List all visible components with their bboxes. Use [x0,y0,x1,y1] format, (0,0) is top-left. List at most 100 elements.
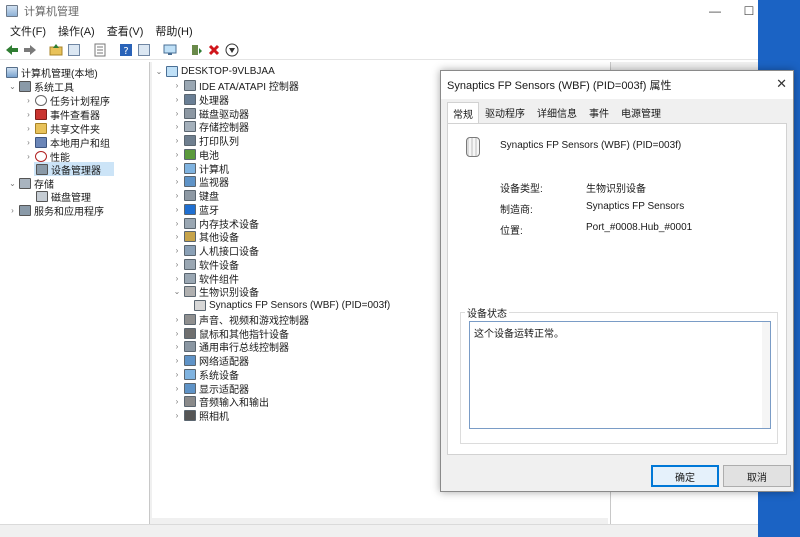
chevron-down-icon[interactable]: ⌄ [8,82,17,91]
chevron-right-icon[interactable]: › [172,219,182,228]
menu-action[interactable]: 操作(A) [52,23,101,39]
back-icon[interactable] [4,42,20,58]
tree-services[interactable]: › 服务和应用程序 [8,203,104,218]
chevron-right-icon[interactable]: › [24,152,33,161]
chevron-right-icon[interactable]: › [172,205,182,214]
chevron-right-icon[interactable]: › [172,329,182,338]
tree-item-local-users[interactable]: › 本地用户和组 [24,135,110,150]
properties-icon[interactable] [92,42,108,58]
chevron-right-icon[interactable]: › [172,246,182,255]
chevron-right-icon[interactable]: › [172,95,182,104]
device-category[interactable]: › 计算机 [172,162,229,176]
chevron-right-icon[interactable]: › [8,206,17,215]
forward-icon[interactable] [22,42,38,58]
minimize-button[interactable]: — [698,0,732,22]
status-scrollbar[interactable] [762,322,770,428]
help-icon[interactable]: ? [118,42,134,58]
chevron-right-icon[interactable]: › [172,315,182,324]
tree-root[interactable]: 计算机管理(本地) [4,65,98,80]
chevron-down-icon[interactable]: ⌄ [8,179,17,188]
chevron-down-icon[interactable]: ⌄ [172,287,182,296]
chevron-right-icon[interactable]: › [172,274,182,283]
device-category[interactable]: › 蓝牙 [172,203,219,217]
device-category[interactable]: › 内存技术设备 [172,217,259,231]
device-tree-root-label: DESKTOP-9VLBJAA [181,66,275,77]
device-status-title: 设备状态 [465,305,509,320]
tab-events[interactable]: 事件 [583,103,615,122]
tree-storage[interactable]: ⌄ 存储 [8,176,54,191]
chevron-right-icon[interactable]: › [172,109,182,118]
device-category[interactable]: › 磁盘驱动器 [172,107,249,121]
device-category[interactable]: › 显示适配器 [172,382,249,396]
device-category[interactable]: ⌄ 生物识别设备 [172,285,259,299]
chevron-right-icon[interactable]: › [172,122,182,131]
up-folder-icon[interactable] [48,42,64,58]
device-category[interactable]: › 存储控制器 [172,120,249,134]
tree-item-event-viewer[interactable]: › 事件查看器 [24,107,100,122]
device-category[interactable]: › 网络适配器 [172,354,249,368]
device-category-label: 计算机 [199,164,229,176]
tab-power-management[interactable]: 电源管理 [615,103,667,122]
monitor-icon[interactable] [162,42,178,58]
chevron-right-icon[interactable]: › [172,397,182,406]
device-category[interactable]: › 打印队列 [172,134,239,148]
device-category[interactable]: › 软件组件 [172,272,239,286]
dialog-close-button[interactable]: ✕ [776,76,787,92]
device-status-group: 设备状态 这个设备运转正常。 [460,305,778,444]
chevron-right-icon[interactable]: › [172,150,182,159]
device-category[interactable]: › 通用串行总线控制器 [172,340,289,354]
device-tree-root[interactable]: ⌄ DESKTOP-9VLBJAA [154,65,275,78]
menu-file[interactable]: 文件(F) [4,23,52,39]
chevron-right-icon[interactable]: › [172,356,182,365]
device-category[interactable]: › 声音、视频和游戏控制器 [172,313,309,327]
chevron-right-icon[interactable]: › [172,81,182,90]
device-category[interactable]: › 软件设备 [172,258,239,272]
menu-help[interactable]: 帮助(H) [149,23,198,39]
action-pane-icon[interactable] [136,42,152,58]
tab-driver[interactable]: 驱动程序 [479,103,531,122]
chevron-right-icon[interactable]: › [172,191,182,200]
chevron-right-icon[interactable]: › [172,370,182,379]
device-category[interactable]: › 监视器 [172,175,229,189]
device-category[interactable]: › 人机接口设备 [172,244,259,258]
chevron-right-icon[interactable]: › [172,136,182,145]
device-category[interactable]: › 系统设备 [172,368,239,382]
tab-general[interactable]: 常规 [447,102,479,123]
device-category[interactable]: › 鼠标和其他指针设备 [172,327,289,341]
tree-system-tools[interactable]: ⌄ 系统工具 [8,79,74,94]
chevron-right-icon[interactable]: › [24,96,33,105]
device-category[interactable]: › 键盘 [172,189,219,203]
tree-item-disk-management[interactable]: 磁盘管理 [34,189,91,204]
chevron-right-icon[interactable]: › [24,138,33,147]
show-tree-icon[interactable] [66,42,82,58]
chevron-right-icon[interactable]: › [172,411,182,420]
dialog-title: Synaptics FP Sensors (WBF) (PID=003f) 属性 [447,80,672,92]
device-category[interactable]: › IDE ATA/ATAPI 控制器 [172,79,299,93]
menu-view[interactable]: 查看(V) [101,23,150,39]
tab-details[interactable]: 详细信息 [531,103,583,122]
device-category[interactable]: › 处理器 [172,93,229,107]
chevron-right-icon[interactable]: › [172,260,182,269]
uninstall-icon[interactable] [206,42,222,58]
ok-button[interactable]: 确定 [651,465,719,487]
tree-item-device-manager[interactable]: 设备管理器 [34,162,114,177]
device-category[interactable]: › 其他设备 [172,230,239,244]
device-category[interactable]: › 电池 [172,148,219,162]
device-item[interactable]: Synaptics FP Sensors (WBF) (PID=003f) [192,299,390,312]
tree-item-shared-folders[interactable]: › 共享文件夹 [24,121,100,136]
device-status-textbox[interactable]: 这个设备运转正常。 [469,321,771,429]
device-category[interactable]: › 音频输入和输出 [172,395,269,409]
update-driver-icon[interactable] [188,42,204,58]
chevron-down-icon[interactable]: ⌄ [154,67,164,76]
chevron-right-icon[interactable]: › [24,110,33,119]
chevron-right-icon[interactable]: › [172,177,182,186]
tree-item-task-scheduler[interactable]: › 任务计划程序 [24,93,110,108]
chevron-right-icon[interactable]: › [172,342,182,351]
chevron-right-icon[interactable]: › [172,384,182,393]
disable-icon[interactable] [224,42,240,58]
chevron-right-icon[interactable]: › [24,124,33,133]
chevron-right-icon[interactable]: › [172,164,182,173]
cancel-button[interactable]: 取消 [723,465,791,487]
chevron-right-icon[interactable]: › [172,232,182,241]
device-category[interactable]: › 照相机 [172,409,229,423]
